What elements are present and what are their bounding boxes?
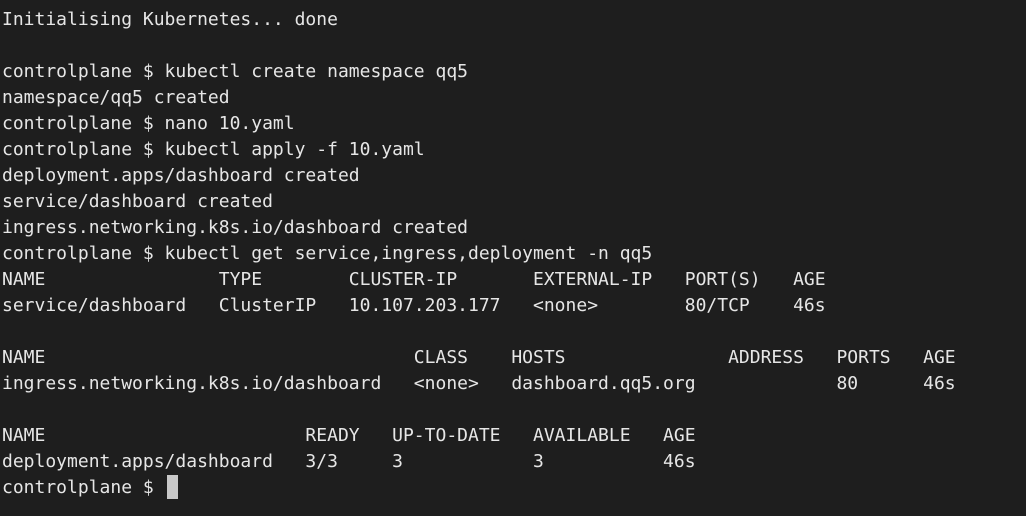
- output-line-blank: [2, 33, 1026, 59]
- command-line-get-resources: controlplane $ kubectl get service,ingre…: [2, 243, 653, 264]
- output-line-blank: [2, 319, 1026, 345]
- ingress-table-header: NAME CLASS HOSTS ADDRESS PORTS AGE: [2, 347, 956, 368]
- output-line-deployment-created: deployment.apps/dashboard created: [2, 165, 360, 186]
- deployment-table-header: NAME READY UP-TO-DATE AVAILABLE AGE: [2, 425, 696, 446]
- shell-prompt: controlplane $: [2, 477, 165, 498]
- service-table-header: NAME TYPE CLUSTER-IP EXTERNAL-IP PORT(S)…: [2, 269, 826, 290]
- output-line-ingress-created: ingress.networking.k8s.io/dashboard crea…: [2, 217, 468, 238]
- active-prompt-line[interactable]: controlplane $: [2, 475, 1026, 501]
- output-line-blank: [2, 397, 1026, 423]
- ingress-table-row: ingress.networking.k8s.io/dashboard <non…: [2, 373, 956, 394]
- output-line-init: Initialising Kubernetes... done: [2, 9, 338, 30]
- output-line-service-created: service/dashboard created: [2, 191, 273, 212]
- command-line-create-namespace: controlplane $ kubectl create namespace …: [2, 61, 468, 82]
- output-line-namespace-created: namespace/qq5 created: [2, 87, 230, 108]
- terminal-window[interactable]: Initialising Kubernetes... done controlp…: [0, 0, 1026, 516]
- command-line-nano: controlplane $ nano 10.yaml: [2, 113, 295, 134]
- service-table-row: service/dashboard ClusterIP 10.107.203.1…: [2, 295, 826, 316]
- command-line-apply: controlplane $ kubectl apply -f 10.yaml: [2, 139, 425, 160]
- text-cursor: [166, 475, 178, 499]
- deployment-table-row: deployment.apps/dashboard 3/3 3 3 46s: [2, 451, 696, 472]
